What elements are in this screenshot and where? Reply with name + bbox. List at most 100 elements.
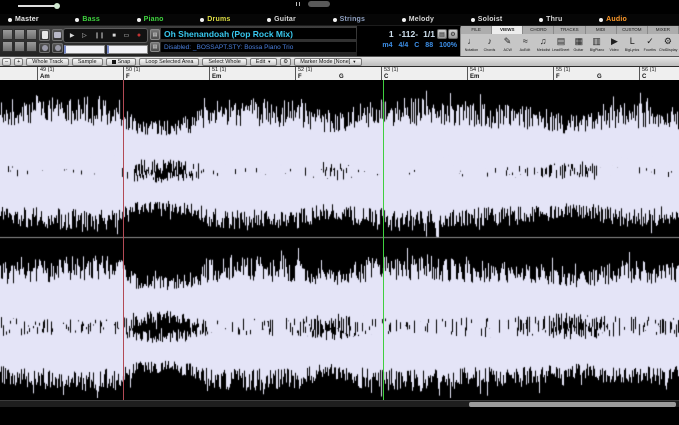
track-tab[interactable]: Piano bbox=[137, 16, 164, 23]
status-token[interactable]: m4 bbox=[382, 42, 392, 49]
ribbon-tab[interactable]: CHORD bbox=[523, 26, 554, 34]
ruler-bar[interactable]: 53 (1) C bbox=[381, 67, 467, 80]
transport-button[interactable]: ● bbox=[137, 32, 141, 39]
gear-button[interactable]: ⚙ bbox=[280, 58, 291, 66]
bar-keypad[interactable] bbox=[2, 29, 37, 53]
select-whole-button[interactable]: Select Whole bbox=[202, 58, 246, 66]
horizontal-scrollbar[interactable] bbox=[0, 400, 679, 407]
ribbon-icon: ▶ bbox=[611, 35, 618, 47]
ribbon-icon-button[interactable]: ⚙ ChdDisplay bbox=[659, 35, 677, 55]
ruler-bar[interactable]: 56 (1) C bbox=[639, 67, 679, 80]
transport-button[interactable]: ▷ bbox=[82, 33, 87, 39]
status-token[interactable]: 100% bbox=[439, 42, 457, 49]
ribbon-icon-label: Notation bbox=[465, 47, 478, 52]
ribbon-icon: ≈ bbox=[523, 35, 528, 47]
video-progress-handle[interactable] bbox=[54, 3, 60, 9]
letter-button[interactable]: ▤ bbox=[437, 29, 447, 39]
track-tab-bar: Master Bass Piano Drums Guitar bbox=[0, 14, 679, 26]
video-tick bbox=[299, 2, 300, 6]
ribbon-tab[interactable]: CUSTOM bbox=[617, 26, 648, 34]
bar-range-field[interactable] bbox=[107, 45, 148, 54]
ribbon-icon: ⚙ bbox=[664, 35, 672, 47]
disk-icon bbox=[55, 45, 61, 51]
ruler-bar[interactable]: 49 (1) Am bbox=[37, 67, 123, 80]
track-tab[interactable]: Thru bbox=[539, 16, 562, 23]
transport-button[interactable]: ▭ bbox=[124, 33, 130, 39]
ribbon-tab[interactable]: FILE bbox=[461, 26, 492, 34]
save-as-button[interactable] bbox=[52, 43, 63, 53]
ribbon-icon-label: Melodist bbox=[536, 47, 549, 52]
style-bar[interactable]: Disabled: _BOSSAPT.STY: Bossa Piano Trio bbox=[161, 42, 356, 52]
bar-number: 52 (1) bbox=[298, 67, 381, 74]
ribbon-icon-button[interactable]: ≈ AuEdit bbox=[516, 35, 534, 55]
track-radio-icon bbox=[75, 18, 79, 22]
track-tab[interactable]: Bass bbox=[75, 16, 100, 23]
ribbon-tab[interactable]: MIDI bbox=[586, 26, 617, 34]
track-tab-label: Drums bbox=[207, 16, 230, 23]
style-menu-button[interactable]: ▤ bbox=[150, 42, 160, 52]
status-token[interactable]: 88 bbox=[425, 42, 433, 49]
sample-button[interactable]: Sample bbox=[72, 58, 103, 66]
ribbon-icon-button[interactable]: ▦ Guitar bbox=[570, 35, 588, 55]
open-song-button[interactable] bbox=[52, 29, 63, 41]
ribbon-tab[interactable]: MIXER bbox=[648, 26, 679, 34]
track-tab[interactable]: Guitar bbox=[267, 16, 296, 23]
ribbon-tab[interactable]: VIEWS bbox=[492, 26, 523, 34]
settings-button[interactable]: ⚙ bbox=[448, 29, 458, 39]
ribbon-icon: ♩ bbox=[467, 35, 476, 47]
zoom-out-button[interactable]: – bbox=[2, 58, 11, 66]
track-tab[interactable]: Audio bbox=[599, 16, 627, 23]
ribbon-icon-button[interactable]: ▤ LeadSheet bbox=[552, 35, 570, 55]
track-tab-label: Melody bbox=[409, 16, 434, 23]
track-tab[interactable]: Soloist bbox=[471, 16, 503, 23]
ribbon-tab[interactable]: TRACKS bbox=[554, 26, 585, 34]
waveform-canvas[interactable] bbox=[0, 80, 679, 400]
track-tab[interactable]: Drums bbox=[200, 16, 230, 23]
track-radio-icon bbox=[539, 18, 543, 22]
zoom-in-button[interactable]: + bbox=[14, 58, 23, 66]
snap-toggle[interactable]: Snap bbox=[106, 58, 137, 66]
ruler-bar[interactable]: 50 (1) F bbox=[123, 67, 209, 80]
chevron-down-icon: ▼ bbox=[352, 59, 356, 65]
new-song-button[interactable] bbox=[39, 29, 50, 41]
marker-mode-button[interactable]: Marker Mode [None]▼ bbox=[294, 58, 362, 66]
position-display: 1 -112- 1/1 bbox=[357, 29, 435, 40]
track-radio-icon bbox=[471, 18, 475, 22]
scrollbar-thumb[interactable] bbox=[469, 402, 676, 407]
ribbon-icon-row: ♩ Notation ♪ Chords ✎ ACW ≈ bbox=[461, 34, 679, 55]
track-tab[interactable]: Melody bbox=[402, 16, 434, 23]
ribbon-icon-button[interactable]: L BigLyrics bbox=[623, 35, 641, 55]
ribbon-icon-button[interactable]: ▥ BigPiano bbox=[588, 35, 606, 55]
save-button[interactable] bbox=[39, 43, 50, 53]
loop-selected-button[interactable]: Loop Selected Area bbox=[139, 58, 199, 66]
transport-button[interactable]: ❙❙ bbox=[94, 33, 104, 39]
loop-range-field[interactable] bbox=[64, 45, 105, 54]
ribbon-icon-button[interactable]: ♪ Chords bbox=[481, 35, 499, 55]
video-progress-line[interactable] bbox=[18, 5, 56, 7]
ribbon-panel: FILEVIEWSCHORDTRACKSMIDICUSTOMMIXER ♩ No… bbox=[460, 26, 679, 56]
edit-menu-button[interactable]: Edit▼ bbox=[250, 58, 277, 66]
track-tab[interactable]: Master bbox=[8, 16, 39, 23]
ribbon-icon-button[interactable]: ✎ ACW bbox=[499, 35, 517, 55]
transport-button[interactable]: ▶ bbox=[70, 33, 75, 39]
status-token[interactable]: C bbox=[414, 42, 419, 49]
status-token[interactable]: 4/4 bbox=[399, 42, 409, 49]
bar-number: 56 (1) bbox=[642, 67, 679, 74]
ribbon-icon: ♫ bbox=[540, 35, 547, 47]
track-radio-icon bbox=[8, 18, 12, 22]
song-title-bar[interactable]: Oh Shenandoah (Pop Rock Mix) bbox=[161, 28, 356, 39]
track-tab[interactable]: Strings bbox=[333, 16, 366, 23]
whole-track-button[interactable]: Whole Track bbox=[26, 58, 69, 66]
ruler-bar[interactable]: 51 (1) Em bbox=[209, 67, 295, 80]
ribbon-icon-button[interactable]: ✓ Fourths bbox=[641, 35, 659, 55]
ribbon-icon: ▥ bbox=[592, 35, 601, 47]
transport-button[interactable]: ■ bbox=[112, 33, 116, 39]
tempo-display: -112- bbox=[399, 29, 418, 39]
ruler-bar[interactable]: 52 (1) F G bbox=[295, 67, 381, 80]
ribbon-icon-button[interactable]: ♩ Notation bbox=[463, 35, 481, 55]
ruler-bar[interactable]: 55 (1) F G bbox=[553, 67, 639, 80]
title-menu-button[interactable]: ▤ bbox=[150, 29, 160, 40]
ribbon-icon-button[interactable]: ♫ Melodist bbox=[534, 35, 552, 55]
ribbon-icon-button[interactable]: ▶ Video bbox=[606, 35, 624, 55]
ruler-bar[interactable]: 54 (1) Em bbox=[467, 67, 553, 80]
